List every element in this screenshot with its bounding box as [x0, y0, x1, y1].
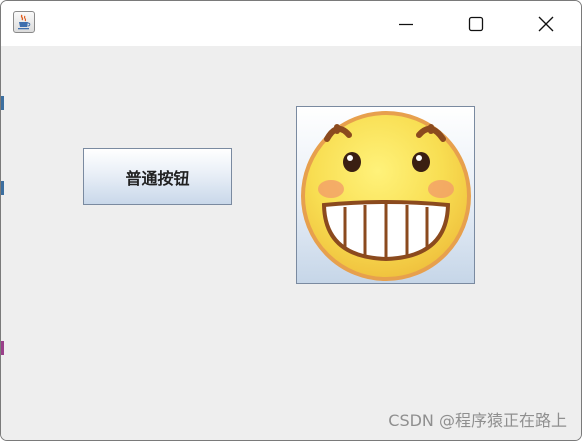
title-bar[interactable] — [1, 1, 581, 46]
minimize-button[interactable] — [371, 1, 441, 46]
app-window: 普通按钮 CSDN @程序猿正在路上 — [0, 0, 582, 441]
maximize-button[interactable] — [441, 1, 511, 46]
close-icon — [538, 16, 554, 31]
minimize-icon — [399, 23, 413, 25]
background-window-edge — [1, 341, 4, 355]
close-button[interactable] — [511, 1, 581, 46]
normal-button[interactable]: 普通按钮 — [83, 148, 232, 205]
maximize-icon — [468, 16, 484, 31]
java-coffee-icon[interactable] — [13, 11, 35, 33]
normal-button-label: 普通按钮 — [125, 168, 190, 188]
content-panel: 普通按钮 CSDN @程序猿正在路上 — [1, 46, 581, 440]
grinning-face-icon — [301, 111, 471, 281]
background-window-edge — [1, 181, 4, 195]
image-button[interactable] — [296, 106, 475, 284]
background-window-edge — [1, 96, 4, 110]
watermark-text: CSDN @程序猿正在路上 — [388, 411, 567, 430]
